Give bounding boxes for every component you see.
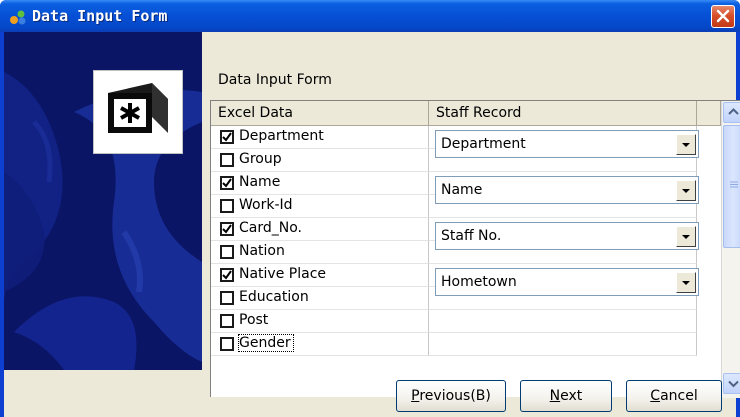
- excel-data-cell: Post: [211, 310, 429, 333]
- combo-value: Department: [441, 136, 526, 152]
- table-row: Department Department: [211, 126, 721, 158]
- row-label: Education: [239, 289, 309, 305]
- department-mapping-select[interactable]: Department: [435, 130, 699, 158]
- excel-data-cell: Group: [211, 149, 429, 172]
- previous-button[interactable]: Previous(B): [396, 380, 506, 412]
- gender-checkbox[interactable]: [220, 337, 234, 351]
- mapping-grid: Excel Data Staff Record Department Depar…: [210, 100, 740, 398]
- staff-record-cell[interactable]: [429, 310, 697, 333]
- cancel-button-label: Cancel: [650, 388, 698, 404]
- excel-data-cell: Gender: [211, 333, 429, 356]
- column-header-staff-record[interactable]: Staff Record: [429, 101, 697, 126]
- grip-icon: [730, 181, 738, 188]
- row-label: Card_No.: [239, 220, 302, 236]
- row-label: Nation: [239, 243, 285, 259]
- excel-data-cell: Education: [211, 287, 429, 310]
- column-header-excel-data[interactable]: Excel Data: [211, 101, 429, 126]
- work-id-checkbox[interactable]: [220, 199, 234, 213]
- post-checkbox[interactable]: [220, 314, 234, 328]
- dialog-window: Data Input Form Data Input Form Excel Da…: [0, 0, 740, 417]
- row-label: Post: [239, 312, 269, 328]
- title-bar[interactable]: Data Input Form: [0, 0, 740, 32]
- asterisk-box-icon: [93, 70, 183, 154]
- next-button[interactable]: Next: [520, 380, 612, 412]
- row-label: Department: [239, 128, 324, 144]
- window-title: Data Input Form: [32, 7, 168, 25]
- group-checkbox[interactable]: [220, 153, 234, 167]
- previous-button-label: Previous(B): [411, 388, 491, 404]
- excel-data-cell: Department: [211, 126, 429, 149]
- chevron-down-icon: [682, 281, 690, 285]
- check-icon: [222, 270, 232, 280]
- dropdown-button[interactable]: [676, 134, 696, 155]
- table-row: Post: [211, 310, 721, 333]
- card-no-checkbox[interactable]: [220, 222, 234, 236]
- department-checkbox[interactable]: [220, 130, 234, 144]
- close-button[interactable]: [711, 5, 735, 28]
- excel-data-cell: Work-Id: [211, 195, 429, 218]
- row-label: Group: [239, 151, 282, 167]
- dropdown-button[interactable]: [676, 180, 696, 201]
- native-place-mapping-select[interactable]: Hometown: [435, 268, 699, 296]
- name-checkbox[interactable]: [220, 176, 234, 190]
- native-place-checkbox[interactable]: [220, 268, 234, 282]
- row-label: Work-Id: [239, 197, 293, 213]
- scroll-down-button[interactable]: [723, 373, 740, 394]
- table-row: Native Place Hometown: [211, 264, 721, 296]
- dialog-client-area: Data Input Form Excel Data Staff Record …: [4, 32, 740, 417]
- row-label: Gender: [238, 334, 294, 352]
- table-row: Card_No. Staff No.: [211, 218, 721, 250]
- vertical-scrollbar[interactable]: [721, 101, 740, 398]
- table-row: Gender: [211, 333, 721, 356]
- card-no-mapping-select[interactable]: Staff No.: [435, 222, 699, 250]
- row-label: Name: [239, 174, 281, 190]
- chevron-down-icon: [682, 189, 690, 193]
- chevron-down-icon: [682, 235, 690, 239]
- staff-record-cell[interactable]: [429, 333, 697, 356]
- check-icon: [222, 178, 232, 188]
- check-icon: [222, 224, 232, 234]
- excel-data-cell: Nation: [211, 241, 429, 264]
- education-checkbox[interactable]: [220, 291, 234, 305]
- excel-data-cell: Native Place: [211, 264, 429, 287]
- column-header-blank: [697, 101, 721, 126]
- table-row: Name Name: [211, 172, 721, 204]
- combo-value: Staff No.: [441, 228, 502, 244]
- row-label: Native Place: [239, 266, 327, 282]
- form-heading: Data Input Form: [218, 72, 332, 88]
- grid-header: Excel Data Staff Record: [211, 101, 740, 126]
- name-mapping-select[interactable]: Name: [435, 176, 699, 204]
- dropdown-button[interactable]: [676, 226, 696, 247]
- cancel-button[interactable]: Cancel: [626, 380, 722, 412]
- scroll-down-arrow-icon: [728, 380, 739, 388]
- app-icon[interactable]: [9, 9, 27, 25]
- dropdown-button[interactable]: [676, 272, 696, 293]
- scroll-thumb[interactable]: [723, 125, 740, 248]
- combo-value: Name: [441, 182, 483, 198]
- chevron-down-icon: [682, 143, 690, 147]
- excel-data-cell: Card_No.: [211, 218, 429, 241]
- combo-value: Hometown: [441, 274, 517, 290]
- side-banner: [4, 32, 202, 370]
- next-button-label: Next: [549, 388, 583, 404]
- close-icon: [716, 9, 730, 23]
- scroll-up-arrow-icon: [728, 108, 739, 115]
- nation-checkbox[interactable]: [220, 245, 234, 259]
- check-icon: [222, 132, 232, 142]
- excel-data-cell: Name: [211, 172, 429, 195]
- scroll-up-button[interactable]: [723, 102, 740, 123]
